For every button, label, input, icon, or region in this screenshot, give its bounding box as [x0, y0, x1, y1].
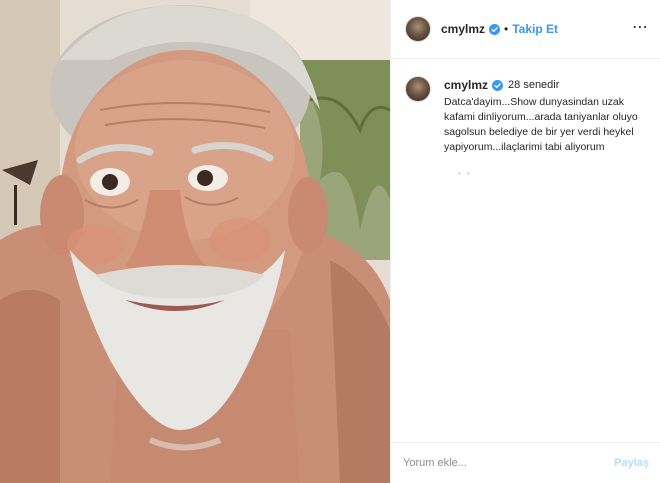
post-details-panel: cmylmz • Takip Et ⋯ cmylmz 28 senedir Da…: [390, 0, 660, 483]
post-header: cmylmz • Takip Et ⋯: [391, 0, 660, 59]
comment-box: Paylaş: [391, 442, 660, 483]
more-options-icon[interactable]: ⋯: [632, 20, 649, 36]
verified-badge-icon: [489, 23, 501, 35]
caption-body: cmylmz 28 senedir Datca'dayim...Show dun…: [444, 76, 644, 155]
comments-section: cmylmz 28 senedir Datca'dayim...Show dun…: [391, 59, 660, 442]
caption-comment: cmylmz 28 senedir Datca'dayim...Show dun…: [405, 76, 647, 155]
comment-input[interactable]: [403, 457, 615, 469]
caption-username[interactable]: cmylmz: [444, 78, 488, 93]
post-time[interactable]: 28 senedir: [508, 78, 559, 93]
follow-button[interactable]: Takip Et: [512, 22, 558, 36]
share-button[interactable]: Paylaş: [614, 457, 649, 469]
author-avatar[interactable]: [405, 16, 431, 42]
photo-illustration: [0, 0, 390, 483]
author-username[interactable]: cmylmz: [441, 22, 485, 36]
caption-text: Datca'dayim...Show dunyasindan uzak kafa…: [444, 96, 638, 153]
verified-badge-icon: [492, 80, 504, 91]
post-photo[interactable]: [0, 0, 390, 483]
loading-indicator: • •: [458, 169, 472, 178]
caption-author-avatar[interactable]: [405, 76, 431, 102]
header-separator: •: [504, 22, 509, 36]
caption-header: cmylmz 28 senedir: [444, 78, 644, 93]
